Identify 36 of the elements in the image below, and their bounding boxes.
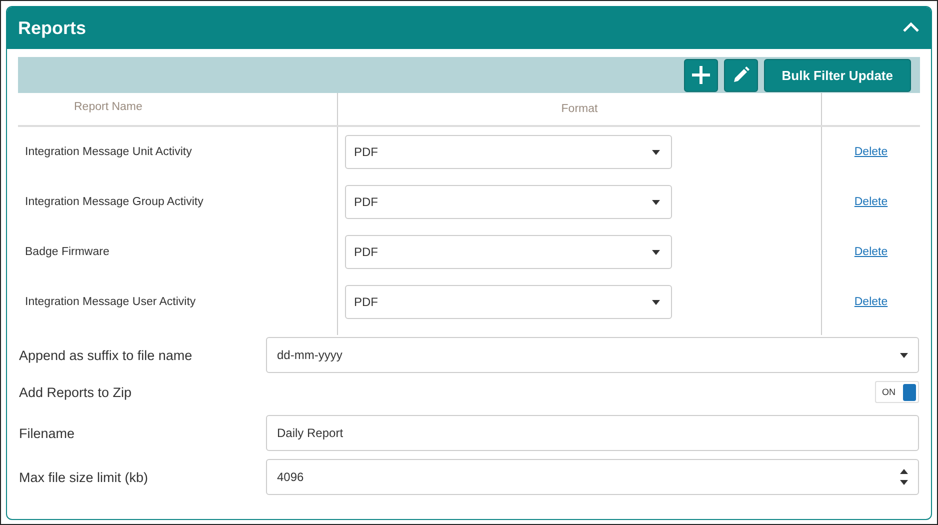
- collapse-icon[interactable]: [903, 22, 919, 32]
- add-button[interactable]: [684, 58, 718, 92]
- edit-button[interactable]: [724, 58, 758, 92]
- report-name: Integration Message User Activity: [25, 296, 196, 308]
- delete-link[interactable]: Delete: [854, 246, 888, 258]
- suffix-dropdown[interactable]: dd-mm-yyyy: [266, 337, 919, 373]
- setting-label: Filename: [19, 426, 76, 440]
- format-dropdown[interactable]: PDF: [345, 185, 672, 219]
- report-name: Badge Firmware: [25, 246, 110, 258]
- setting-label: Append as suffix to file name: [19, 348, 194, 362]
- delete-link[interactable]: Delete: [854, 296, 888, 308]
- caret-icon: [652, 300, 660, 304]
- column-header: Format: [561, 103, 598, 117]
- pencil-icon: [732, 66, 750, 84]
- filename-field[interactable]: Daily Report: [266, 415, 919, 451]
- increment-icon[interactable]: [900, 469, 908, 474]
- caret-icon: [900, 352, 908, 358]
- setting-label: Add Reports to Zip: [19, 384, 133, 400]
- format-dropdown[interactable]: PDF: [345, 135, 672, 169]
- toggle-switch[interactable]: ON: [875, 381, 919, 403]
- column-header: Report Name: [74, 101, 144, 113]
- plus-icon: [690, 65, 711, 85]
- report-name: Integration Message Unit Activity: [25, 146, 192, 158]
- panel-title: Reports: [18, 18, 86, 38]
- number-field[interactable]: 4096: [266, 459, 919, 495]
- delete-link[interactable]: Delete: [854, 146, 888, 158]
- format-dropdown[interactable]: PDF: [345, 285, 672, 319]
- caret-icon: [652, 200, 660, 204]
- decrement-icon[interactable]: [900, 480, 908, 485]
- setting-label: Max file size limit (kb): [19, 470, 150, 484]
- caret-icon: [652, 150, 660, 154]
- caret-icon: [652, 250, 660, 254]
- bulk-filter-update-button[interactable]: Bulk Filter Update: [764, 58, 911, 92]
- report-name: Integration Message Group Activity: [25, 196, 204, 208]
- format-dropdown[interactable]: PDF: [345, 235, 672, 269]
- delete-link[interactable]: Delete: [854, 196, 888, 208]
